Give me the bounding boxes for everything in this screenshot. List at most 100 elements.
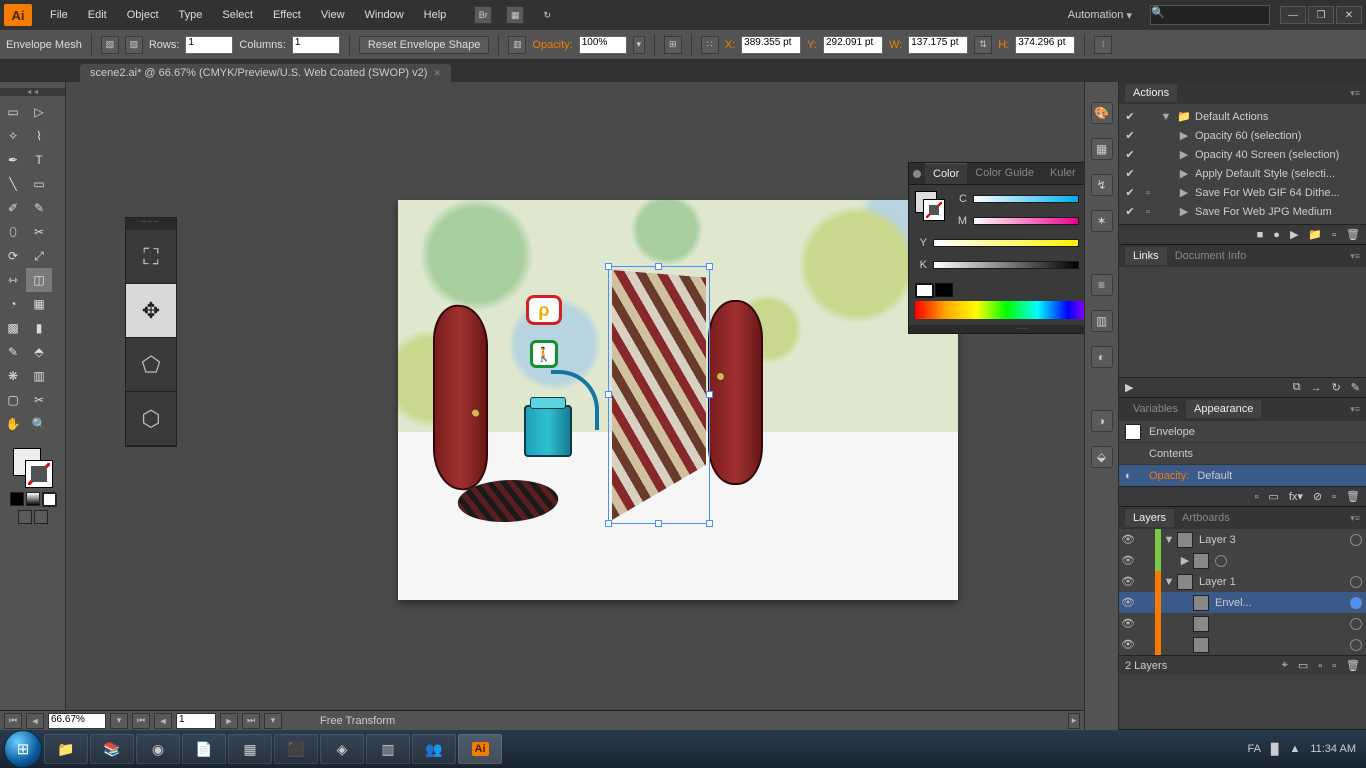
stop-icon[interactable]: ■ <box>1257 229 1264 241</box>
artboard-nav-last-icon[interactable]: ⏭ <box>242 713 260 729</box>
tray-flag-icon[interactable]: ▉ <box>1271 743 1279 756</box>
taskbar-notepad[interactable]: 📄 <box>182 734 226 764</box>
action-item[interactable]: Opacity 40 Screen (selection) <box>1195 149 1362 161</box>
target-icon[interactable] <box>1350 639 1362 651</box>
color-fill-stroke-swatch[interactable] <box>915 191 945 221</box>
taskbar-illustrator[interactable]: Ai <box>458 734 502 764</box>
appearance-opacity-value[interactable]: Default <box>1197 470 1232 482</box>
symbols-dock-icon[interactable]: ✶ <box>1091 210 1113 232</box>
relink-icon[interactable]: ⧉ <box>1293 381 1301 394</box>
black-swatch-icon[interactable] <box>935 283 953 297</box>
sync-icon[interactable]: ↻ <box>538 6 556 24</box>
tab-layers[interactable]: Layers <box>1125 509 1174 527</box>
layer-row[interactable]: 👁▼Layer 3 <box>1119 529 1366 550</box>
toolbox-collapse-icon[interactable]: ◄◄ <box>0 88 65 96</box>
panel-dock-icon[interactable] <box>913 170 921 178</box>
magic-wand-tool[interactable]: ✧ <box>0 124 26 148</box>
gradient-mode-icon[interactable] <box>26 492 40 506</box>
layer-name[interactable] <box>1211 555 1366 567</box>
expand-icon[interactable]: ▼ <box>1163 534 1175 546</box>
screen-mode-icon[interactable] <box>18 510 32 524</box>
update-link-icon[interactable]: ↻ <box>1332 381 1341 394</box>
pencil-tool[interactable]: ✎ <box>26 196 52 220</box>
slice-tool[interactable]: ✂ <box>26 388 52 412</box>
brushes-dock-icon[interactable]: ↯ <box>1091 174 1113 196</box>
show-link-info-icon[interactable]: ▶ <box>1125 381 1133 394</box>
transparency-dock-icon[interactable]: ◐ <box>1091 346 1113 368</box>
tab-artboards[interactable]: Artboards <box>1174 509 1238 527</box>
rotate-tool[interactable]: ⟳ <box>0 244 26 268</box>
expand-icon[interactable]: ▼ <box>1163 576 1175 588</box>
menu-file[interactable]: File <box>40 9 78 21</box>
taskbar-app1[interactable]: ▦ <box>228 734 272 764</box>
lasso-tool[interactable]: ⌇ <box>26 124 52 148</box>
new-sublayer-icon[interactable]: ▫ <box>1318 660 1322 672</box>
direct-selection-tool[interactable]: ▷ <box>26 100 52 124</box>
hand-tool[interactable]: ✋ <box>0 412 26 436</box>
search-input[interactable]: 🔍 <box>1150 5 1270 25</box>
tray-lang[interactable]: FA <box>1248 743 1261 755</box>
black-slider[interactable] <box>933 261 1079 269</box>
gradient-dock-icon[interactable]: ▥ <box>1091 310 1113 332</box>
eraser-tool[interactable]: ✂ <box>26 220 52 244</box>
delete-layer-icon[interactable]: 🗑 <box>1346 659 1360 672</box>
clear-appearance-icon[interactable]: ⊘ <box>1313 490 1322 503</box>
artboard-dropdown-icon[interactable]: ▾ <box>264 713 282 729</box>
spectrum-bar[interactable] <box>915 301 1084 319</box>
taskbar-app2[interactable]: ⬛ <box>274 734 318 764</box>
line-tool[interactable]: ╲ <box>0 172 26 196</box>
tab-variables[interactable]: Variables <box>1125 400 1186 418</box>
rectangle-tool[interactable]: ▭ <box>26 172 52 196</box>
cyan-slider[interactable] <box>973 195 1079 203</box>
layer-row[interactable]: 👁 <box>1119 634 1366 655</box>
target-icon[interactable] <box>1350 597 1362 609</box>
taskbar-app3[interactable]: 👥 <box>412 734 456 764</box>
visibility-icon[interactable]: 👁 <box>1119 617 1137 630</box>
target-icon[interactable] <box>1350 534 1362 546</box>
menu-edit[interactable]: Edit <box>78 9 117 21</box>
bridge-icon[interactable]: Br <box>474 6 492 24</box>
layer-name[interactable]: Layer 3 <box>1195 534 1348 546</box>
stroke-dock-icon[interactable]: ≡ <box>1091 274 1113 296</box>
workspace-switcher[interactable]: Automation ▾ <box>1060 9 1140 22</box>
actions-panel-menu-icon[interactable]: ▾≡ <box>1350 88 1360 99</box>
color-panel[interactable]: Color Color Guide Kuler ▸│ ≡ C0% M0% Y0%… <box>908 162 1084 334</box>
artboard-index-field[interactable]: 1 <box>176 713 216 729</box>
taskbar-mono[interactable]: ▥ <box>366 734 410 764</box>
taskbar-libraries[interactable]: 📚 <box>90 734 134 764</box>
action-item[interactable]: Apply Default Style (selecti... <box>1195 168 1362 180</box>
status-menu-icon[interactable]: ▸ <box>1068 713 1080 729</box>
appearance-dock-icon[interactable]: ◑ <box>1091 410 1113 432</box>
x-input[interactable]: 389.355 pt <box>741 36 801 54</box>
menu-type[interactable]: Type <box>169 9 213 21</box>
action-item[interactable]: Save For Web JPG Medium <box>1195 206 1362 218</box>
canvas[interactable]: ρ 🚶 Color Color Guide Kuler ▸│ ≡ <box>66 82 1084 730</box>
taskbar-explorer[interactable]: 📁 <box>44 734 88 764</box>
new-action-icon[interactable]: ▫ <box>1332 229 1336 241</box>
symbol-sprayer-tool[interactable]: ❋ <box>0 364 26 388</box>
menu-window[interactable]: Window <box>355 9 414 21</box>
tab-appearance[interactable]: Appearance <box>1186 400 1261 418</box>
menu-object[interactable]: Object <box>117 9 169 21</box>
zoom-field[interactable]: 66.67% <box>48 713 106 729</box>
artboard-nav-first-icon[interactable]: ⏮ <box>132 713 150 729</box>
first-artboard-icon[interactable]: ⏮ <box>4 713 22 729</box>
graph-tool[interactable]: ▥ <box>26 364 52 388</box>
extra-options-icon[interactable]: ⁝ <box>1094 36 1112 54</box>
links-panel-menu-icon[interactable]: ▾≡ <box>1350 251 1360 262</box>
change-screen-icon[interactable] <box>34 510 48 524</box>
layer-name[interactable]: Layer 1 <box>1195 576 1348 588</box>
tray-time[interactable]: 11:34 AM <box>1310 743 1356 755</box>
delete-item-icon[interactable]: 🗑 <box>1346 490 1360 503</box>
start-button[interactable]: ⊞ <box>4 730 42 768</box>
none-swatch-icon[interactable] <box>915 283 933 297</box>
width-tool[interactable]: ⇿ <box>0 268 26 292</box>
document-tab[interactable]: scene2.ai* @ 66.67% (CMYK/Preview/U.S. W… <box>80 64 451 82</box>
tab-kuler[interactable]: Kuler <box>1042 163 1084 184</box>
fill-stroke-swatch[interactable] <box>13 448 53 488</box>
actions-folder[interactable]: Default Actions <box>1195 111 1362 123</box>
mesh-edit-envelope-icon[interactable]: ▧ <box>101 36 119 54</box>
tab-document-info[interactable]: Document Info <box>1167 247 1255 265</box>
type-tool[interactable]: T <box>26 148 52 172</box>
selection-bounding-box[interactable] <box>608 266 710 524</box>
